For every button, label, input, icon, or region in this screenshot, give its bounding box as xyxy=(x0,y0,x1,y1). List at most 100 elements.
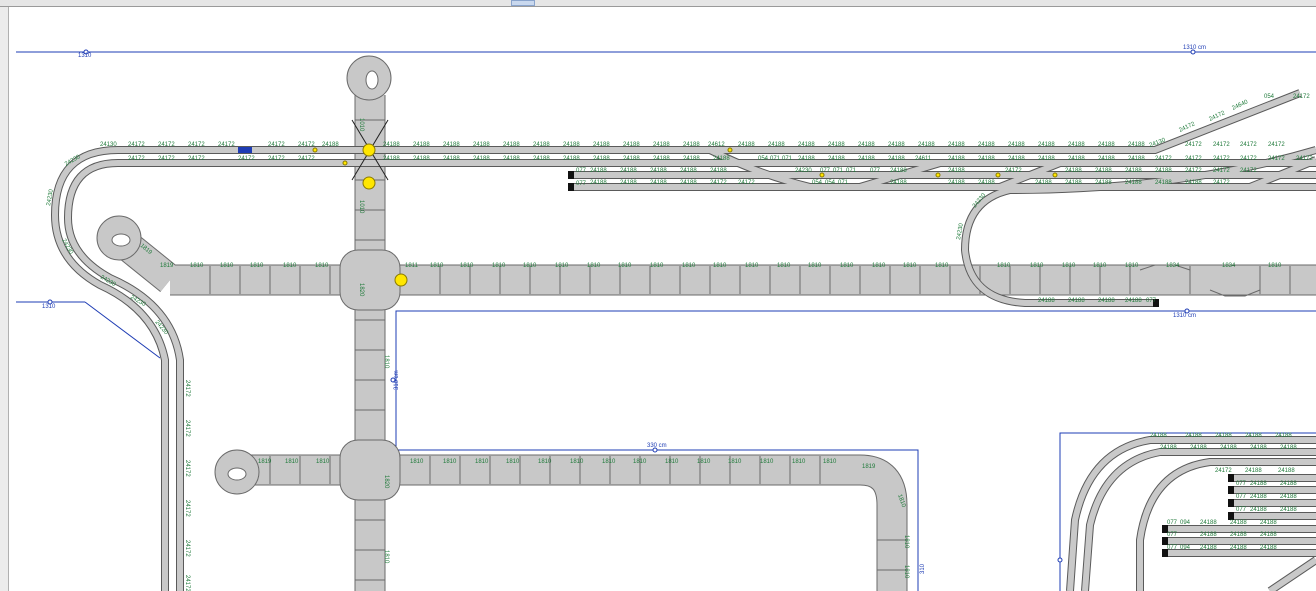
track-label: 24188 xyxy=(828,142,845,148)
road-label: 1810 xyxy=(410,459,424,465)
vertical-scrollbar[interactable] xyxy=(0,7,9,591)
signal-dot-icon[interactable] xyxy=(727,147,733,153)
road-label: 1810 xyxy=(1125,263,1139,269)
track-label: 24188 xyxy=(620,180,637,186)
track-label: 24188 xyxy=(1230,545,1247,551)
signal-dot-icon[interactable] xyxy=(935,172,941,178)
track-label: 24188 xyxy=(978,156,995,162)
track-label: 24188 xyxy=(623,156,640,162)
track-label: 24188 xyxy=(1038,142,1055,148)
road-label: 1810 xyxy=(823,459,837,465)
buffer-stop[interactable] xyxy=(1228,512,1234,520)
track-label: 077 xyxy=(1236,481,1247,487)
track-label: 24188 xyxy=(533,142,550,148)
track-label: 054 xyxy=(1264,94,1275,100)
track-label: 24172 xyxy=(1213,168,1230,174)
track-label: 24188 xyxy=(1260,532,1277,538)
track-label: 24172 xyxy=(1240,168,1257,174)
track-label: 24188 xyxy=(1250,481,1267,487)
road-junction-lower[interactable] xyxy=(339,439,401,501)
road-label: 1810 xyxy=(523,263,537,269)
turning-circle-island xyxy=(227,467,247,481)
track-label: 24188 xyxy=(1038,298,1055,304)
track-label: 24188 xyxy=(1190,445,1207,451)
track-label: 24188 xyxy=(888,142,905,148)
road-label: 1810 xyxy=(808,263,822,269)
track-label: 24188 xyxy=(620,168,637,174)
track-label: 24188 xyxy=(1128,142,1145,148)
track-label: 24172 xyxy=(1240,142,1257,148)
track-label: 24188 xyxy=(680,168,697,174)
track-label: 24188 xyxy=(1185,433,1202,439)
buffer-stop[interactable] xyxy=(1228,474,1234,482)
signal-dot-icon[interactable] xyxy=(1052,172,1058,178)
buffer-stop[interactable] xyxy=(1228,486,1234,494)
track-label: 24188 xyxy=(1068,142,1085,148)
track-label: 24188 xyxy=(1250,507,1267,513)
track-label: 24188 xyxy=(1200,520,1217,526)
track-label: 24188 xyxy=(563,156,580,162)
track-label: 094 xyxy=(1180,545,1191,551)
track-label: 24188 xyxy=(948,180,965,186)
track-label: 24172 xyxy=(184,540,190,557)
dimension-lines: 1310 1310 cm 1310 1310 cm 310 cm 330 cm … xyxy=(16,45,1316,591)
track-label: 24188 xyxy=(680,180,697,186)
track-label: 24188 xyxy=(413,142,430,148)
signal-light-icon[interactable] xyxy=(394,273,408,287)
track-label: 24172 xyxy=(1185,168,1202,174)
signal-dot-icon[interactable] xyxy=(342,160,348,166)
road-label: 1810 xyxy=(745,263,759,269)
dimension-label-top-left: 1310 xyxy=(78,53,92,59)
track-label: 24172 xyxy=(158,156,175,162)
track-plan[interactable]: 1310 1310 cm 1310 1310 cm 310 cm 330 cm … xyxy=(9,7,1316,591)
track-label: 24172 xyxy=(1213,180,1230,186)
track-label: 24188 xyxy=(683,142,700,148)
dimension-line-inner xyxy=(395,310,1316,450)
track-label: 24188 xyxy=(563,142,580,148)
road-label: 1810 xyxy=(587,263,601,269)
track-label: 24188 xyxy=(1220,445,1237,451)
tool-button[interactable] xyxy=(511,0,535,6)
buffer-stop[interactable] xyxy=(568,183,574,191)
track-label: 24188 xyxy=(1035,180,1052,186)
track-label: 24172 xyxy=(184,460,190,477)
road-label: 1810 xyxy=(728,459,742,465)
signal-light-icon[interactable] xyxy=(362,143,376,157)
track-label: 24188 xyxy=(683,156,700,162)
road-label: 1819 xyxy=(862,464,876,470)
road-junction-upper[interactable] xyxy=(339,249,401,311)
track-label: 24188 xyxy=(768,142,785,148)
layout-canvas[interactable]: 1310 1310 cm 1310 1310 cm 310 cm 330 cm … xyxy=(9,7,1316,591)
track-label: 24188 xyxy=(978,142,995,148)
dimension-label-top-right: 1310 cm xyxy=(1183,45,1206,51)
track-label: 077 xyxy=(1146,298,1157,304)
track-label: 24188 xyxy=(1250,494,1267,500)
road-network[interactable] xyxy=(96,55,1316,591)
signal-light-icon[interactable] xyxy=(362,176,376,190)
track-label: 24188 xyxy=(1185,180,1202,186)
track-label: 24172 xyxy=(1185,142,1202,148)
track-label: 24188 xyxy=(1280,507,1297,513)
road-label: 1810 xyxy=(555,263,569,269)
dimension-label-mid-right: 1310 cm xyxy=(1173,313,1196,319)
road-label: 1820 xyxy=(383,475,389,489)
track-label: 077 xyxy=(576,181,587,187)
track-label: 24172 xyxy=(298,156,315,162)
road-label: 1810 xyxy=(316,459,330,465)
buffer-stop[interactable] xyxy=(1162,537,1168,545)
signal-dot-icon[interactable] xyxy=(312,147,318,153)
buffer-stop[interactable] xyxy=(568,171,574,179)
track-label: 24172 xyxy=(1155,156,1172,162)
track-label: 24188 xyxy=(1098,298,1115,304)
road-label: 1810 xyxy=(935,263,949,269)
track-label: 24188 xyxy=(1278,468,1295,474)
selected-track-piece[interactable] xyxy=(238,147,252,153)
track-label: 24188 xyxy=(593,142,610,148)
track-label: 24188 xyxy=(473,142,490,148)
buffer-stop[interactable] xyxy=(1228,499,1234,507)
track-label: 24188 xyxy=(1230,520,1247,526)
track-label: 24188 xyxy=(713,156,730,162)
track-labels: 24172 24172 24172 24172 24172 24172 2418… xyxy=(46,94,1313,591)
signal-dot-icon[interactable] xyxy=(995,172,1001,178)
track-label: 24188 xyxy=(1200,532,1217,538)
